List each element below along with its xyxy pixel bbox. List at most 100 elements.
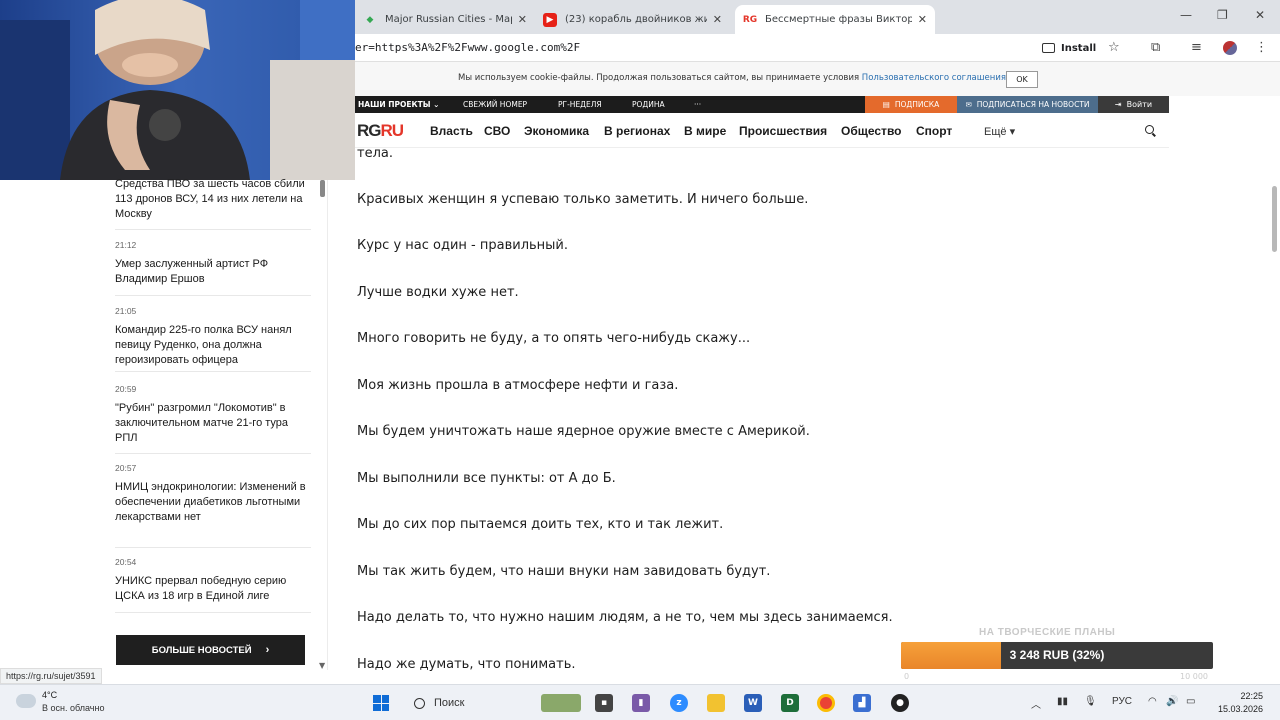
chart-app-icon[interactable]: ▟ [853, 694, 871, 712]
folder-icon[interactable] [707, 694, 725, 712]
donation-min: 0 [904, 672, 910, 681]
volume-icon[interactable]: 🔊 [1166, 696, 1178, 707]
phrase-text: Курс у нас один - правильный. [357, 238, 569, 253]
maps-icon: ◆ [366, 14, 374, 25]
close-tab-icon[interactable]: ✕ [713, 13, 722, 26]
word-icon[interactable]: W [744, 694, 762, 712]
chevron-right-icon: › [265, 644, 270, 656]
search-icon[interactable] [1145, 125, 1154, 134]
sidebar-scrollbar[interactable] [320, 180, 325, 197]
cloud-icon [16, 694, 36, 708]
maximize-icon[interactable]: ❐ [1217, 8, 1228, 22]
rg-logo[interactable]: RGRU [357, 121, 404, 141]
address-bar: er=https%3A%2F%2Fwww.google.com%2F Insta… [355, 34, 1280, 62]
nav-item-vlast[interactable]: Власть [430, 124, 473, 138]
extensions-icon[interactable]: ⧉ [1151, 40, 1160, 55]
site-top-nav: НАШИ ПРОЕКТЫ ⌄ СВЕЖИЙ НОМЕР РГ-НЕДЕЛЯ РО… [355, 96, 1169, 113]
cookie-text: Мы используем cookie-файлы. Продолжая по… [458, 73, 1006, 83]
tray-app-icon[interactable]: ▮▮ [1057, 696, 1068, 707]
phrase-text: Красивых женщин я успеваю только заметит… [357, 192, 809, 207]
topnav-item-rg-week[interactable]: РГ-НЕДЕЛЯ [558, 100, 602, 109]
more-news-button[interactable]: БОЛЬШЕ НОВОСТЕЙ › [116, 635, 305, 665]
install-button[interactable]: Install [1042, 39, 1096, 57]
link-status-url: https://rg.ru/sujet/3591 [0, 668, 102, 684]
tab-rg-phrases[interactable]: RG Бессмертные фразы Виктора ✕ [735, 5, 935, 34]
graph-app-icon[interactable]: ▮ [632, 694, 650, 712]
obs-icon[interactable]: ● [891, 694, 909, 712]
zoom-icon[interactable]: z [670, 694, 688, 712]
donation-max: 10 000 [1180, 672, 1208, 681]
language-indicator[interactable]: РУС [1112, 696, 1132, 707]
search-highlight-icon[interactable] [541, 694, 581, 712]
nav-more-menu[interactable]: Ещё ▾ [984, 125, 1015, 138]
url-field[interactable]: er=https%3A%2F%2Fwww.google.com%2F [355, 41, 580, 54]
scroll-down-arrow-icon[interactable]: ▼ [319, 661, 325, 670]
windows-taskbar: 4°C В осн. облачно Поиск ▪ ▮ z W D ▟ ● ︿… [0, 684, 1280, 720]
phrase-text: тела. [357, 148, 393, 161]
news-item[interactable]: 20:54 УНИКС прервал победную серию ЦСКА … [115, 557, 311, 613]
news-item[interactable]: 20:57 НМИЦ эндокринологии: Изменений в о… [115, 463, 311, 548]
battery-icon[interactable]: ▭ [1186, 696, 1195, 707]
windows-start-icon[interactable] [373, 695, 389, 711]
donation-amount: 3 248 RUB (32%) [1009, 648, 1105, 662]
microphone-icon[interactable]: 🎙 [1084, 696, 1097, 707]
cookie-ok-button[interactable]: OK [1006, 71, 1038, 88]
close-tab-icon[interactable]: ✕ [518, 13, 527, 26]
page-scrollbar[interactable] [1272, 186, 1277, 252]
nav-item-world[interactable]: В мире [684, 124, 726, 138]
news-item[interactable]: 20:59 "Рубин" разгромил "Локомотив" в за… [115, 384, 311, 454]
donation-progress-bar: 3 248 RUB (32%) [901, 642, 1213, 669]
topnav-item-rodina[interactable]: РОДИНА [632, 100, 665, 109]
news-subscribe-button[interactable]: ✉ ПОДПИСАТЬСЯ НА НОВОСТИ [957, 96, 1098, 113]
phrase-text: Лучше водки хуже нет. [357, 285, 519, 300]
close-tab-icon[interactable]: ✕ [918, 13, 927, 26]
search-icon [414, 697, 425, 709]
topnav-item-fresh-issue[interactable]: СВЕЖИЙ НОМЕР [463, 100, 527, 109]
topnav-item-more[interactable]: ··· [694, 100, 701, 109]
phrase-text: Мы выполнили все пункты: от А до Б. [357, 471, 616, 486]
youtube-icon: ▶ [543, 12, 557, 27]
tab-major-russian-cities[interactable]: ◆ Major Russian Cities - Map - Ge ✕ [355, 5, 535, 34]
subscribe-button[interactable]: ▤ ПОДПИСКА [865, 96, 957, 113]
chrome-icon[interactable] [817, 694, 835, 712]
donation-label: НА ТВОРЧЕСКИЕ ПЛАНЫ [979, 627, 1116, 638]
nav-item-sport[interactable]: Спорт [916, 124, 952, 138]
nav-item-society[interactable]: Общество [841, 124, 902, 138]
phrase-text: Надо же думать, что понимать. [357, 657, 576, 672]
streamer-webcam-image [0, 0, 355, 180]
menu-kebab-icon[interactable]: ⋮ [1255, 40, 1268, 55]
wifi-icon[interactable]: ◠ [1148, 696, 1157, 707]
install-icon [1042, 43, 1055, 53]
tray-chevron-icon[interactable]: ︿ [1031, 696, 1041, 711]
phrase-text: Мы будем уничтожать наше ядерное оружие … [357, 424, 810, 439]
profile-avatar[interactable] [1223, 41, 1237, 55]
minimize-icon[interactable]: — [1180, 8, 1192, 22]
phrase-text: Мы так жить будем, что наши внуки нам за… [357, 564, 771, 579]
file-explorer-dark-icon[interactable]: ▪ [595, 694, 613, 712]
news-sidebar: Средства ПВО за шесть часов сбили 113 др… [0, 177, 328, 670]
nav-item-svo[interactable]: СВО [484, 124, 510, 138]
mail-icon: ✉ [965, 100, 972, 109]
cookie-banner: Мы используем cookie-файлы. Продолжая по… [355, 62, 1280, 96]
tab-youtube[interactable]: ▶ (23) корабль двойников жири ✕ [535, 5, 730, 34]
news-item[interactable]: 21:12 Умер заслуженный артист РФ Владими… [115, 240, 311, 296]
close-window-icon[interactable]: ✕ [1255, 8, 1265, 22]
bookmark-star-icon[interactable]: ☆ [1108, 40, 1120, 55]
our-projects-menu[interactable]: НАШИ ПРОЕКТЫ ⌄ [358, 100, 439, 109]
login-button[interactable]: ⇥ Войти [1098, 96, 1169, 113]
phrase-text: Много говорить не буду, а то опять чего-… [357, 331, 751, 346]
news-item[interactable]: 21:05 Командир 225-го полка ВСУ нанял пе… [115, 306, 311, 372]
nav-item-economy[interactable]: Экономика [524, 124, 589, 138]
taskbar-clock[interactable]: 22:25 15.03.2026 [1211, 690, 1263, 716]
terms-link[interactable]: Пользовательского соглашения [862, 73, 1006, 83]
news-item[interactable]: Средства ПВО за шесть часов сбили 113 др… [115, 177, 311, 230]
article-body: тела. Красивых женщин я успеваю только з… [357, 148, 1167, 684]
media-control-icon[interactable]: ≡ [1191, 40, 1202, 55]
nav-item-regions[interactable]: В регионах [604, 124, 670, 138]
main-nav: RGRU Власть СВО Экономика В регионах В м… [355, 113, 1169, 148]
phrase-text: Мы до сих пор пытаемся доить тех, кто и … [357, 517, 724, 532]
newspaper-icon: ▤ [882, 100, 890, 109]
spreadsheet-icon[interactable]: D [781, 694, 799, 712]
nav-item-incidents[interactable]: Происшествия [739, 124, 827, 138]
login-icon: ⇥ [1114, 100, 1122, 109]
